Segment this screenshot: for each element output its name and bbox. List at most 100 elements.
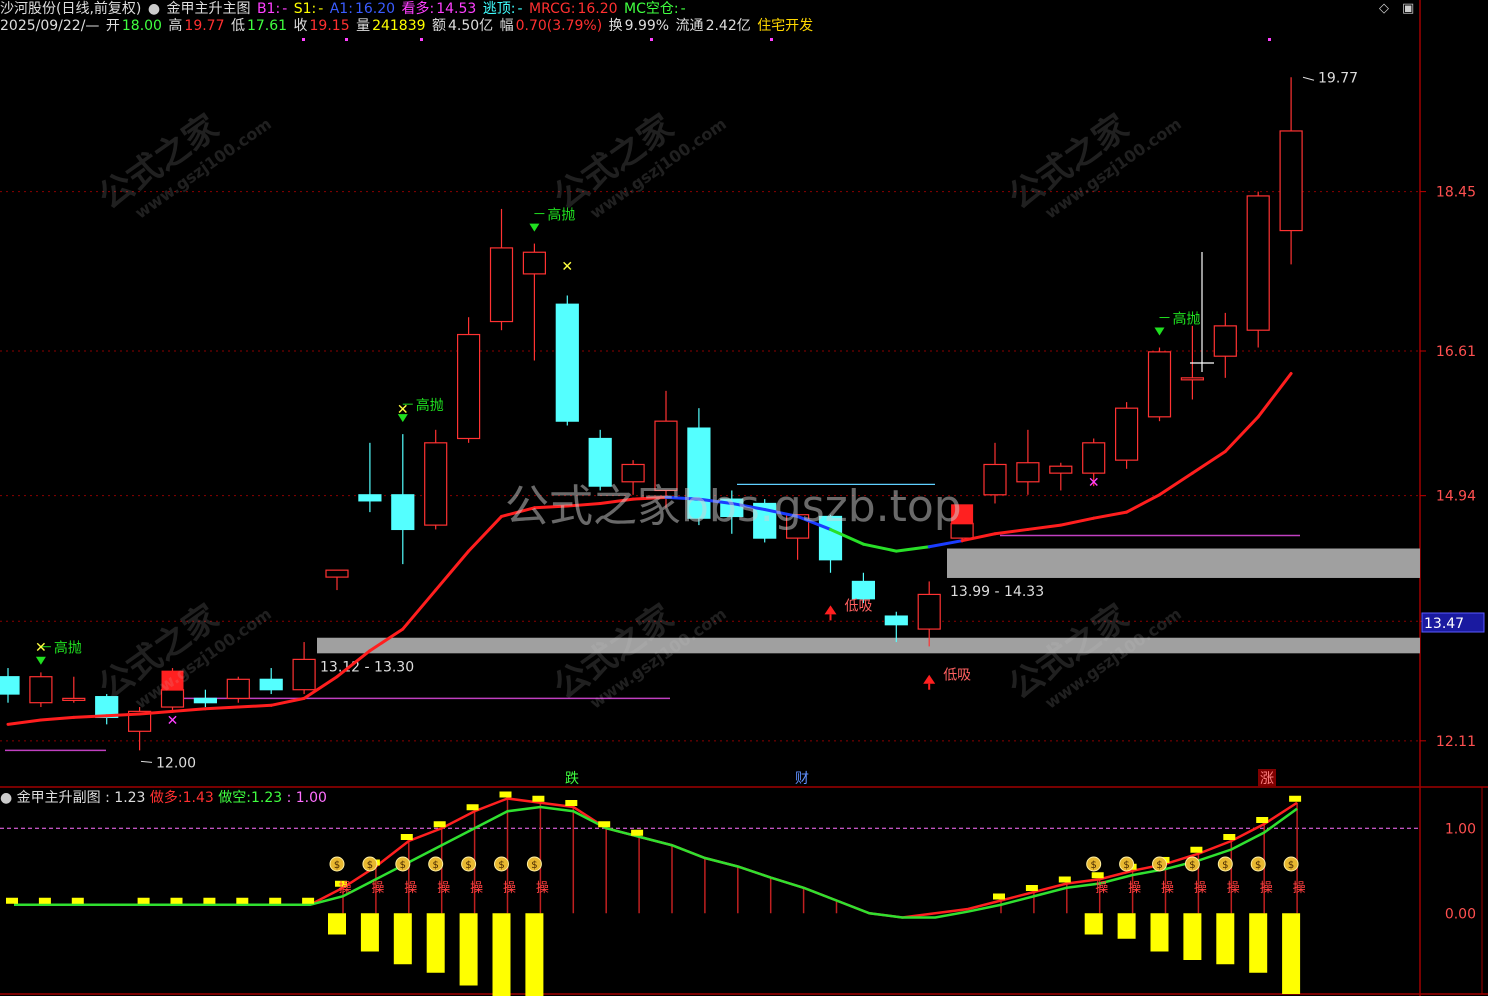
candle-body[interactable] (522, 251, 547, 275)
zone-label: 13.99 - 14.33 (950, 584, 1044, 600)
sector-tag[interactable]: 住宅开发 (757, 18, 813, 34)
candle-body[interactable] (884, 615, 908, 626)
candle-body[interactable] (1016, 462, 1040, 483)
cao-label: 操 (1161, 880, 1174, 896)
candle-body[interactable] (325, 569, 349, 578)
candle-body[interactable] (1180, 377, 1205, 381)
sub-yellow-bar (426, 913, 445, 973)
kanduo-label: 看多: (401, 1, 435, 17)
sub-indicator-name[interactable]: 金甲主升副图 (17, 790, 101, 806)
volume-value: 241839 (372, 18, 426, 34)
collapse-icon[interactable]: ● (0, 790, 12, 806)
moneybag-sign: $ (334, 860, 340, 871)
change-value: 0.70(3.79%) (515, 18, 603, 34)
indicator-name[interactable]: 金甲主升主图 (167, 1, 251, 17)
moneybag-sign: $ (498, 860, 504, 871)
candle-body[interactable] (1114, 407, 1139, 461)
candle-body[interactable] (983, 463, 1007, 496)
candle-body[interactable] (259, 678, 283, 691)
collapse-icon[interactable]: ● (148, 1, 160, 17)
candle-body[interactable] (1147, 351, 1172, 418)
float-value: 2.42亿 (705, 18, 751, 34)
sub-yellow-dot (302, 897, 315, 904)
ma-line-segment (1125, 493, 1161, 514)
gaopao-arrow-icon (35, 656, 46, 665)
candle-body[interactable] (424, 442, 448, 526)
candle-body[interactable] (851, 580, 876, 600)
cao-label: 操 (1095, 880, 1108, 896)
b1-label: B1: (256, 1, 281, 17)
candle-body[interactable] (29, 676, 53, 704)
cao-label: 操 (1128, 880, 1141, 896)
sub-yellow-dot (1190, 846, 1203, 853)
mc-value: - (680, 1, 686, 17)
candle-body[interactable] (917, 593, 941, 630)
candle-body[interactable] (1082, 442, 1106, 474)
quote-header: 2025/09/22/— 开 18.00 高 19.77 低 17.61 收 19.15… (0, 17, 815, 35)
candle-body[interactable] (391, 494, 415, 531)
candle-body[interactable] (457, 333, 481, 440)
moneybag-sign: $ (1123, 860, 1129, 871)
ma-line-segment (894, 545, 931, 553)
ma-line-segment (434, 549, 471, 592)
buy-x-icon: ✕ (167, 713, 179, 729)
candle-body[interactable] (1279, 130, 1303, 232)
candle-body[interactable] (1213, 325, 1237, 357)
support-zone (947, 548, 1420, 578)
current-price-label: 13.47 (1424, 616, 1464, 632)
sub-yellow-dot (993, 893, 1005, 900)
moneybag-sign: $ (1091, 860, 1097, 871)
ma-line-segment (467, 514, 503, 553)
candle-body[interactable] (1049, 465, 1073, 474)
amount-label: 额 (431, 18, 446, 34)
sub-yellow-dot (137, 897, 150, 904)
candle-body[interactable] (292, 658, 316, 691)
sub-yellow-dot (236, 897, 249, 904)
candle-body[interactable] (1246, 195, 1270, 331)
sub-yellow-dot (1025, 885, 1038, 891)
ma-line-segment (927, 539, 964, 549)
stock-name[interactable]: 沙河股份(日线,前复权) (0, 1, 141, 17)
sub-indicator-value: : 1.23 (105, 790, 146, 806)
sub-yellow-dot (433, 821, 446, 828)
diamond-icon[interactable]: ◇ (1379, 1, 1389, 16)
low-value: 17.61 (246, 18, 288, 34)
price-axis-label: 16.61 (1436, 344, 1476, 360)
sub-yellow-bar (492, 913, 511, 996)
candle-body[interactable] (193, 697, 217, 704)
event-zhang-label: 涨 (1260, 771, 1274, 787)
price-axis-label: 14.94 (1436, 489, 1476, 505)
taoding-value: - (517, 1, 523, 17)
candle-body[interactable] (226, 678, 250, 699)
center-watermark: 公式之家bbs.gszb.top (505, 481, 962, 532)
candle-body[interactable] (0, 676, 20, 695)
price-axis-label: 12.11 (1436, 734, 1476, 750)
event-die-label: 跌 (565, 771, 579, 787)
moneybag-sign: $ (1222, 860, 1228, 871)
sub-yellow-bar (459, 913, 478, 986)
gaopao-label: 高抛 (416, 397, 444, 414)
signal-candle[interactable] (161, 670, 184, 691)
dixi-arrow-icon (824, 605, 837, 615)
candle-body[interactable] (62, 697, 86, 701)
indicator-header: 沙河股份(日线,前复权) ● 金甲主升主图 B1: - S1: - A1: 16.20… (0, 0, 688, 18)
cao-label: 操 (338, 880, 351, 896)
sub-yellow-dot (466, 804, 479, 811)
candle-body[interactable] (489, 247, 514, 323)
candle-body[interactable] (555, 303, 579, 422)
window-icon[interactable]: ▣ (1402, 1, 1414, 16)
candle-body[interactable] (160, 689, 185, 708)
ma-line-segment (171, 707, 207, 713)
gaopao-label: 高抛 (547, 207, 575, 224)
moneybag-sign: $ (433, 860, 439, 871)
sub-extra-value: : 1.00 (286, 790, 327, 806)
a1-value: 16.20 (354, 1, 396, 17)
open-value: 18.00 (121, 18, 162, 34)
sub-yellow-dot (170, 897, 183, 904)
cao-label: 操 (1194, 880, 1207, 896)
candle-body[interactable] (358, 494, 382, 502)
kanduo-value: 14.53 (436, 1, 477, 17)
ma-line-segment (269, 696, 306, 707)
sub-yellow-dot (38, 897, 51, 904)
dixi-label: 低吸 (943, 668, 971, 684)
